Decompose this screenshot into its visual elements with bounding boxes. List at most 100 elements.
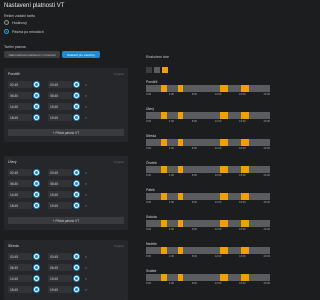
close-icon[interactable]: ×	[85, 116, 87, 120]
radio-icon[interactable]	[4, 20, 9, 25]
delete-button[interactable]: Smazat	[114, 72, 124, 76]
time-range-row: 14:45 15:45 ×	[8, 191, 87, 198]
clock-icon[interactable]	[73, 264, 80, 271]
close-icon[interactable]: ×	[85, 204, 87, 208]
time-from-input[interactable]: 06:30	[8, 264, 32, 271]
delete-button[interactable]: Smazat	[114, 244, 124, 248]
time-to-input[interactable]: 15:45	[48, 191, 72, 198]
clock-icon[interactable]	[33, 253, 40, 260]
tick-label: 20:00	[263, 120, 270, 123]
clock-icon[interactable]	[33, 286, 40, 293]
tariff-bar	[146, 139, 270, 146]
time-from-input[interactable]: 02:45	[8, 81, 32, 88]
clock-icon[interactable]	[73, 286, 80, 293]
close-icon[interactable]: ×	[85, 83, 87, 87]
time-to-input[interactable]: 03:45	[48, 253, 72, 260]
time-to-input[interactable]: 06:45	[48, 92, 72, 99]
clock-icon[interactable]	[33, 81, 40, 88]
day-bar-2: Středa 0:00 4:00 8:00 12:00 16:00 20:00	[146, 134, 270, 150]
copy-settings-button[interactable]: Naformátovat nastavení z minulosti	[4, 51, 60, 58]
time-from-input[interactable]: 14:45	[8, 275, 32, 282]
mode-option-hourly[interactable]: Hodinový	[4, 20, 27, 25]
clock-icon[interactable]	[73, 114, 80, 121]
time-from-input[interactable]: 02:45	[8, 169, 32, 176]
clock-icon[interactable]	[73, 81, 80, 88]
clock-icon[interactable]	[33, 92, 40, 99]
clock-icon[interactable]	[73, 202, 80, 209]
time-to-input[interactable]: 03:45	[48, 169, 72, 176]
clock-icon[interactable]	[33, 169, 40, 176]
set-all-button[interactable]: Nastavit pro všechny	[62, 51, 100, 58]
clock-icon[interactable]	[73, 253, 80, 260]
close-icon[interactable]: ×	[85, 277, 87, 281]
close-icon[interactable]: ×	[85, 255, 87, 259]
close-icon[interactable]: ×	[85, 94, 87, 98]
tick-label: 0:00	[146, 174, 152, 177]
time-to-input[interactable]: 15:45	[48, 103, 72, 110]
time-from-input[interactable]: 14:45	[8, 191, 32, 198]
time-range-row: 14:45 15:45 ×	[8, 275, 87, 282]
time-from-input[interactable]: 18:45	[8, 202, 32, 209]
add-band-button[interactable]: + Přidat pásmo VT	[8, 217, 124, 224]
time-to-input[interactable]: 19:45	[48, 202, 72, 209]
tariff-segment	[241, 166, 249, 173]
time-to-input[interactable]: 03:45	[48, 81, 72, 88]
clock-icon[interactable]	[33, 191, 40, 198]
time-to-input[interactable]: 15:45	[48, 275, 72, 282]
day-card-tuesday: Úterý Smazat 02:45 03:45 × 06:30 06:45 ×…	[4, 156, 128, 230]
clock-icon[interactable]	[33, 114, 40, 121]
tick-label: 20:00	[263, 147, 270, 150]
clock-icon[interactable]	[33, 275, 40, 282]
day-card-monday: Pondělí Smazat 02:45 03:45 × 06:30 06:45…	[4, 68, 128, 142]
time-from-input[interactable]: 06:30	[8, 92, 32, 99]
time-ticks: 0:00 4:00 8:00 12:00 16:00 20:00	[146, 201, 270, 204]
tariff-segment	[241, 247, 249, 254]
time-from-input[interactable]: 02:45	[8, 253, 32, 260]
tariff-bar	[146, 274, 270, 281]
tariff-segment	[178, 85, 184, 92]
tariff-segment	[220, 139, 228, 146]
tariff-segment	[178, 247, 184, 254]
time-range-row: 18:45 19:45 ×	[8, 114, 87, 121]
clock-icon[interactable]	[73, 103, 80, 110]
clock-icon[interactable]	[33, 103, 40, 110]
day-bar-4: Pátek 0:00 4:00 8:00 12:00 16:00 20:00	[146, 188, 270, 204]
clock-icon[interactable]	[73, 169, 80, 176]
close-icon[interactable]: ×	[85, 193, 87, 197]
clock-icon[interactable]	[33, 180, 40, 187]
clock-icon[interactable]	[73, 191, 80, 198]
clock-icon[interactable]	[73, 275, 80, 282]
clock-icon[interactable]	[33, 264, 40, 271]
time-to-input[interactable]: 06:45	[48, 180, 72, 187]
time-from-input[interactable]: 18:45	[8, 114, 32, 121]
mode-option-minutes[interactable]: Pásma po minutách	[4, 29, 44, 34]
tick-label: 16:00	[239, 174, 246, 177]
close-icon[interactable]: ×	[85, 105, 87, 109]
time-to-input[interactable]: 06:45	[48, 264, 72, 271]
add-band-button[interactable]: + Přidat pásmo VT	[8, 129, 124, 136]
tariff-segment	[178, 193, 184, 200]
time-range-row: 14:45 15:45 ×	[8, 103, 87, 110]
time-from-input[interactable]: 18:45	[8, 286, 32, 293]
clock-icon[interactable]	[73, 180, 80, 187]
clock-icon[interactable]	[73, 92, 80, 99]
time-to-input[interactable]: 19:45	[48, 286, 72, 293]
time-ticks: 0:00 4:00 8:00 12:00 16:00 20:00	[146, 93, 270, 96]
tick-label: 16:00	[239, 120, 246, 123]
tick-label: 4:00	[168, 120, 174, 123]
clock-icon[interactable]	[33, 202, 40, 209]
close-icon[interactable]: ×	[85, 266, 87, 270]
tariff-segment	[160, 274, 168, 281]
radio-checked-icon[interactable]	[4, 29, 9, 34]
mode-option-label: Pásma po minutách	[12, 29, 44, 34]
close-icon[interactable]: ×	[85, 288, 87, 292]
tariff-bar	[146, 166, 270, 173]
close-icon[interactable]: ×	[85, 182, 87, 186]
close-icon[interactable]: ×	[85, 171, 87, 175]
time-from-input[interactable]: 06:30	[8, 180, 32, 187]
time-to-input[interactable]: 19:45	[48, 114, 72, 121]
tick-label: 20:00	[263, 174, 270, 177]
time-ticks: 0:00 4:00 8:00 12:00 16:00 20:00	[146, 147, 270, 150]
time-from-input[interactable]: 14:45	[8, 103, 32, 110]
delete-button[interactable]: Smazat	[114, 160, 124, 164]
